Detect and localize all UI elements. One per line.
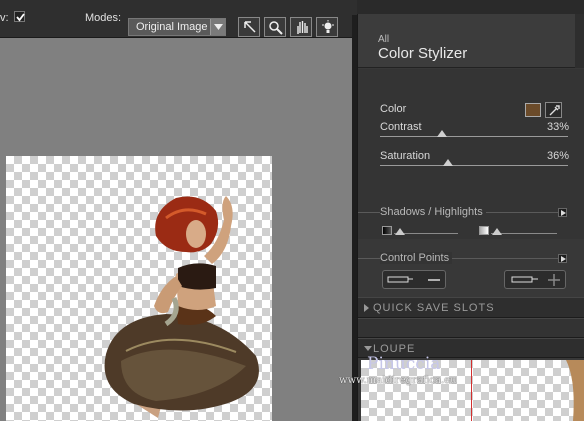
contrast-slider-thumb[interactable] [437, 130, 448, 137]
dancer-image [104, 196, 259, 418]
filter-header: All Color Stylizer [358, 14, 584, 68]
eyedropper-button[interactable] [545, 102, 562, 118]
filter-category: All [378, 34, 390, 45]
zoom-icon [269, 21, 283, 35]
watermark-name: Pinuccia [367, 354, 441, 374]
color-swatch[interactable] [525, 103, 541, 117]
watermark-url: www.maidiregrafica.eu [339, 375, 457, 386]
quick-save-slots-bar[interactable]: QUICK SAVE SLOTS [358, 297, 584, 318]
shadows-swatch[interactable] [382, 226, 392, 235]
saturation-slider[interactable] [380, 165, 568, 166]
canvas-area[interactable] [0, 38, 352, 421]
control-points-label: Control Points [380, 252, 453, 264]
image-document[interactable] [6, 156, 272, 421]
chevron-right-icon [561, 210, 566, 216]
checkmark-icon [16, 13, 25, 22]
header-scrollbar[interactable] [575, 14, 584, 68]
saturation-value: 36% [547, 150, 570, 162]
hand-tool-button[interactable] [290, 17, 312, 37]
highlights-swatch[interactable] [479, 226, 489, 235]
add-control-point-button[interactable] [504, 270, 566, 289]
color-label: Color [380, 103, 407, 115]
saturation-label: Saturation [380, 150, 431, 162]
preview-label: v: [0, 12, 9, 24]
preview-checkbox[interactable] [14, 11, 25, 22]
quick-save-slots-label: QUICK SAVE SLOTS [373, 302, 495, 314]
filter-title: Color Stylizer [378, 45, 468, 62]
contrast-value: 33% [547, 121, 570, 133]
chevron-down-icon [210, 19, 225, 35]
quick-save-spacer [358, 318, 584, 338]
chevron-right-icon [364, 304, 369, 312]
control-points-expand-button[interactable] [558, 254, 567, 263]
shadows-highlights-label: Shadows / Highlights [380, 206, 486, 218]
control-point-plus-icon [511, 274, 560, 286]
remove-control-point-button[interactable] [382, 270, 446, 289]
mode-select[interactable]: Original Image [128, 18, 226, 36]
bulb-icon [322, 20, 334, 33]
saturation-slider-thumb[interactable] [442, 159, 453, 166]
zoom-tool-button[interactable] [264, 17, 286, 37]
top-toolbar: v: Modes: Original Image [0, 0, 357, 38]
eyedropper-icon [549, 105, 560, 116]
chevron-down-icon [364, 346, 372, 351]
control-point-minus-icon [387, 276, 440, 283]
arrow-tool-button[interactable] [238, 17, 260, 37]
chevron-right-icon [561, 256, 566, 262]
modes-label: Modes: [85, 12, 122, 24]
shadows-slider-thumb[interactable] [395, 228, 405, 235]
contrast-slider[interactable] [380, 136, 568, 137]
arrow-icon [244, 21, 256, 33]
mode-select-value: Original Image [136, 21, 208, 33]
contrast-label: Contrast [380, 121, 422, 133]
shadows-expand-button[interactable] [558, 208, 567, 217]
light-tool-button[interactable] [316, 17, 338, 37]
hand-icon [297, 21, 308, 34]
highlights-slider-thumb[interactable] [492, 228, 502, 235]
